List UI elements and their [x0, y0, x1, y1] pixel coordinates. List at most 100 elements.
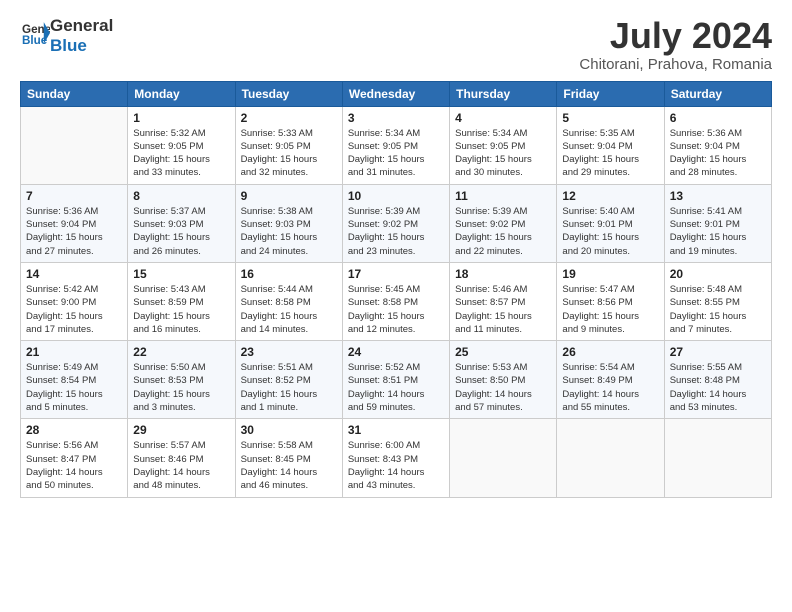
calendar-subtitle: Chitorani, Prahova, Romania — [579, 56, 772, 73]
table-row: 13 Sunrise: 5:41 AMSunset: 9:01 PMDayligh… — [664, 184, 771, 262]
day-info: Sunrise: 5:34 AMSunset: 9:05 PMDaylight:… — [455, 127, 551, 180]
day-number: 12 — [562, 189, 658, 203]
calendar-week-row: 1 Sunrise: 5:32 AMSunset: 9:05 PMDaylight… — [21, 106, 772, 184]
day-number: 26 — [562, 345, 658, 359]
day-info: Sunrise: 5:35 AMSunset: 9:04 PMDaylight:… — [562, 127, 658, 180]
day-info: Sunrise: 5:33 AMSunset: 9:05 PMDaylight:… — [241, 127, 337, 180]
table-row: 26Sunrise: 5:54 AMSunset: 8:49 PMDayligh… — [557, 341, 664, 419]
day-number: 18 — [455, 267, 551, 281]
col-tuesday: Tuesday — [235, 81, 342, 106]
day-info: Sunrise: 5:55 AMSunset: 8:48 PMDaylight:… — [670, 361, 766, 414]
day-info: Sunrise: 5:41 AMSunset: 9:01 PMDaylight:… — [670, 205, 766, 258]
table-row: 23 Sunrise: 5:51 AMSunset: 8:52 PMDayligh… — [235, 341, 342, 419]
calendar-title: July 2024 — [579, 16, 772, 56]
table-row: 12 Sunrise: 5:40 AMSunset: 9:01 PMDayligh… — [557, 184, 664, 262]
logo-icon: General Blue — [22, 19, 50, 47]
day-number: 9 — [241, 189, 337, 203]
day-number: 3 — [348, 111, 444, 125]
col-friday: Friday — [557, 81, 664, 106]
table-row: 5 Sunrise: 5:35 AMSunset: 9:04 PMDaylight… — [557, 106, 664, 184]
title-block: July 2024 Chitorani, Prahova, Romania — [579, 16, 772, 73]
day-info: Sunrise: 5:51 AMSunset: 8:52 PMDaylight:… — [241, 361, 337, 414]
day-number: 8 — [133, 189, 229, 203]
table-row: 1 Sunrise: 5:32 AMSunset: 9:05 PMDaylight… — [128, 106, 235, 184]
table-row — [21, 106, 128, 184]
day-info: Sunrise: 5:45 AMSunset: 8:58 PMDaylight:… — [348, 283, 444, 336]
day-info: Sunrise: 5:44 AMSunset: 8:58 PMDaylight:… — [241, 283, 337, 336]
day-number: 31 — [348, 423, 444, 437]
day-number: 7 — [26, 189, 122, 203]
table-row — [664, 419, 771, 497]
table-row: 4 Sunrise: 5:34 AMSunset: 9:05 PMDaylight… — [450, 106, 557, 184]
day-number: 5 — [562, 111, 658, 125]
day-number: 16 — [241, 267, 337, 281]
table-row — [557, 419, 664, 497]
day-number: 30 — [241, 423, 337, 437]
calendar-week-row: 14 Sunrise: 5:42 AMSunset: 9:00 PMDayligh… — [21, 262, 772, 340]
calendar-table: Sunday Monday Tuesday Wednesday Thursday… — [20, 81, 772, 498]
day-info: Sunrise: 5:52 AMSunset: 8:51 PMDaylight:… — [348, 361, 444, 414]
day-info: Sunrise: 5:36 AMSunset: 9:04 PMDaylight:… — [670, 127, 766, 180]
table-row: 25Sunrise: 5:53 AMSunset: 8:50 PMDayligh… — [450, 341, 557, 419]
table-row: 7 Sunrise: 5:36 AMSunset: 9:04 PMDaylight… — [21, 184, 128, 262]
header: General Blue General Blue July 2024 Chit… — [20, 16, 772, 73]
calendar-week-row: 7 Sunrise: 5:36 AMSunset: 9:04 PMDaylight… — [21, 184, 772, 262]
table-row: 31 Sunrise: 6:00 AMSunset: 8:43 PMDayligh… — [342, 419, 449, 497]
table-row: 16 Sunrise: 5:44 AMSunset: 8:58 PMDayligh… — [235, 262, 342, 340]
table-row: 14 Sunrise: 5:42 AMSunset: 9:00 PMDayligh… — [21, 262, 128, 340]
table-row: 3 Sunrise: 5:34 AMSunset: 9:05 PMDaylight… — [342, 106, 449, 184]
day-info: Sunrise: 6:00 AMSunset: 8:43 PMDaylight:… — [348, 439, 444, 492]
table-row: 30 Sunrise: 5:58 AMSunset: 8:45 PMDayligh… — [235, 419, 342, 497]
day-number: 15 — [133, 267, 229, 281]
table-row: 19Sunrise: 5:47 AMSunset: 8:56 PMDayligh… — [557, 262, 664, 340]
table-row: 22Sunrise: 5:50 AMSunset: 8:53 PMDayligh… — [128, 341, 235, 419]
day-number: 23 — [241, 345, 337, 359]
day-number: 1 — [133, 111, 229, 125]
day-number: 4 — [455, 111, 551, 125]
table-row: 18 Sunrise: 5:46 AMSunset: 8:57 PMDayligh… — [450, 262, 557, 340]
day-info: Sunrise: 5:37 AMSunset: 9:03 PMDaylight:… — [133, 205, 229, 258]
table-row: 21 Sunrise: 5:49 AMSunset: 8:54 PMDayligh… — [21, 341, 128, 419]
day-info: Sunrise: 5:40 AMSunset: 9:01 PMDaylight:… — [562, 205, 658, 258]
col-monday: Monday — [128, 81, 235, 106]
day-info: Sunrise: 5:48 AMSunset: 8:55 PMDaylight:… — [670, 283, 766, 336]
calendar-header-row: Sunday Monday Tuesday Wednesday Thursday… — [21, 81, 772, 106]
day-info: Sunrise: 5:49 AMSunset: 8:54 PMDaylight:… — [26, 361, 122, 414]
day-number: 24 — [348, 345, 444, 359]
col-wednesday: Wednesday — [342, 81, 449, 106]
logo-line2: Blue — [50, 36, 113, 56]
day-number: 13 — [670, 189, 766, 203]
logo-line1: General — [50, 16, 113, 36]
day-info: Sunrise: 5:34 AMSunset: 9:05 PMDaylight:… — [348, 127, 444, 180]
col-thursday: Thursday — [450, 81, 557, 106]
day-info: Sunrise: 5:42 AMSunset: 9:00 PMDaylight:… — [26, 283, 122, 336]
day-info: Sunrise: 5:57 AMSunset: 8:46 PMDaylight:… — [133, 439, 229, 492]
day-number: 21 — [26, 345, 122, 359]
day-info: Sunrise: 5:46 AMSunset: 8:57 PMDaylight:… — [455, 283, 551, 336]
calendar-week-row: 28 Sunrise: 5:56 AMSunset: 8:47 PMDayligh… — [21, 419, 772, 497]
col-sunday: Sunday — [21, 81, 128, 106]
page: General Blue General Blue July 2024 Chit… — [0, 0, 792, 612]
day-number: 11 — [455, 189, 551, 203]
day-number: 10 — [348, 189, 444, 203]
day-number: 17 — [348, 267, 444, 281]
day-number: 28 — [26, 423, 122, 437]
day-number: 14 — [26, 267, 122, 281]
day-info: Sunrise: 5:47 AMSunset: 8:56 PMDaylight:… — [562, 283, 658, 336]
day-info: Sunrise: 5:36 AMSunset: 9:04 PMDaylight:… — [26, 205, 122, 258]
table-row: 20 Sunrise: 5:48 AMSunset: 8:55 PMDayligh… — [664, 262, 771, 340]
table-row: 2Sunrise: 5:33 AMSunset: 9:05 PMDaylight… — [235, 106, 342, 184]
day-info: Sunrise: 5:38 AMSunset: 9:03 PMDaylight:… — [241, 205, 337, 258]
table-row: 17 Sunrise: 5:45 AMSunset: 8:58 PMDayligh… — [342, 262, 449, 340]
day-info: Sunrise: 5:50 AMSunset: 8:53 PMDaylight:… — [133, 361, 229, 414]
table-row: 27Sunrise: 5:55 AMSunset: 8:48 PMDayligh… — [664, 341, 771, 419]
table-row: 28 Sunrise: 5:56 AMSunset: 8:47 PMDayligh… — [21, 419, 128, 497]
day-number: 29 — [133, 423, 229, 437]
day-number: 20 — [670, 267, 766, 281]
day-info: Sunrise: 5:32 AMSunset: 9:05 PMDaylight:… — [133, 127, 229, 180]
day-info: Sunrise: 5:58 AMSunset: 8:45 PMDaylight:… — [241, 439, 337, 492]
calendar-week-row: 21 Sunrise: 5:49 AMSunset: 8:54 PMDayligh… — [21, 341, 772, 419]
table-row: 9 Sunrise: 5:38 AMSunset: 9:03 PMDaylight… — [235, 184, 342, 262]
day-info: Sunrise: 5:43 AMSunset: 8:59 PMDaylight:… — [133, 283, 229, 336]
day-info: Sunrise: 5:56 AMSunset: 8:47 PMDaylight:… — [26, 439, 122, 492]
